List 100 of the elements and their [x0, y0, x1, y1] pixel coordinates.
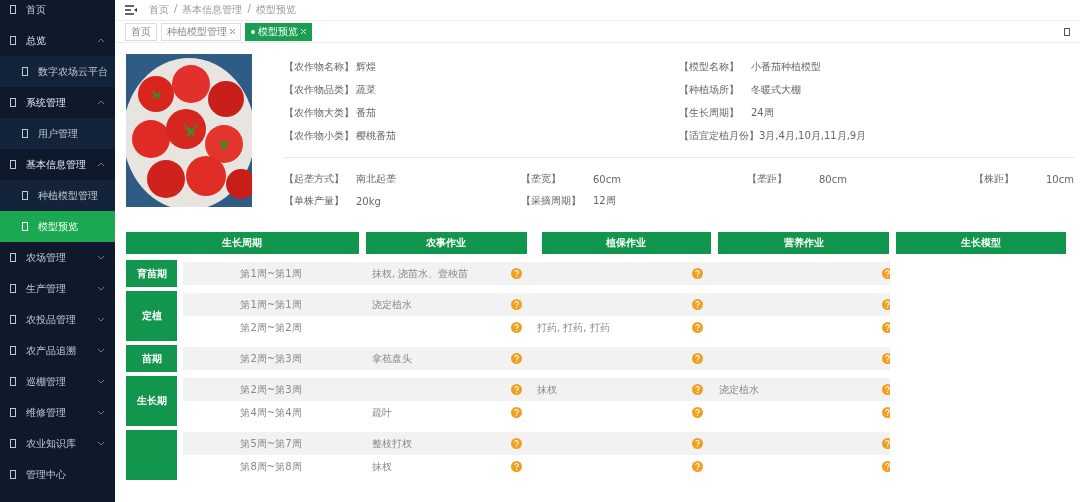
page-icon — [10, 253, 16, 262]
field-label: 【农作物大类】 — [284, 105, 355, 120]
help-icon[interactable] — [511, 299, 522, 310]
column-header: 生长周期 — [126, 232, 359, 254]
field-value: 番茄 — [356, 105, 376, 120]
field-label: 【种植场所】 — [679, 82, 740, 97]
field-value: 12周 — [593, 194, 616, 208]
field-label: 【株距】 — [974, 172, 1015, 186]
table-cell: 第5周~第7周 — [240, 436, 302, 451]
field-value: 南北起垄 — [356, 172, 396, 186]
column-header: 植保作业 — [541, 232, 712, 254]
field-value: 60cm — [593, 173, 621, 185]
help-icon[interactable] — [692, 268, 703, 279]
table-cell: 浇定植水 — [372, 297, 412, 312]
column-header: 农事作业 — [365, 232, 527, 254]
field-value: 10cm — [1046, 173, 1074, 185]
sidebar-item[interactable]: 农产品追溯 — [0, 335, 115, 366]
chevron-icon — [97, 38, 105, 43]
page-icon — [10, 98, 16, 107]
table-cell: 抹杈 — [537, 382, 557, 397]
chevron-icon — [97, 162, 105, 167]
breadcrumb-separator: / — [247, 3, 251, 16]
sidebar-subitem[interactable]: 用户管理 — [0, 118, 115, 149]
table-cell: 疏叶 — [372, 405, 392, 420]
chevron-icon — [97, 348, 105, 353]
field-value: 小番茄种植模型 — [751, 59, 821, 74]
sidebar-item[interactable]: 总览 — [0, 25, 115, 56]
table-cell: 抹杈 — [372, 459, 392, 474]
sidebar-item[interactable]: 系统管理 — [0, 87, 115, 118]
field-label: 【垄宽】 — [521, 172, 562, 186]
help-icon[interactable] — [692, 407, 703, 418]
help-icon[interactable] — [511, 461, 522, 472]
column-header: 生长模型 — [896, 232, 1066, 254]
help-icon[interactable] — [511, 322, 522, 333]
menu-icon[interactable] — [125, 5, 137, 15]
help-icon[interactable] — [511, 353, 522, 364]
sidebar-subitem[interactable]: 种植模型管理 — [0, 180, 115, 211]
help-icon[interactable] — [882, 461, 890, 472]
close-icon[interactable] — [230, 29, 235, 34]
stage-label — [126, 430, 177, 480]
table-cell: 第4周~第4周 — [240, 405, 302, 420]
page-icon — [22, 129, 28, 138]
sidebar-item[interactable]: 首页 — [0, 0, 115, 25]
field-value: 蔬菜 — [356, 82, 376, 97]
help-icon[interactable] — [692, 299, 703, 310]
page-icon — [10, 160, 16, 169]
help-icon[interactable] — [882, 353, 890, 364]
field-value: 冬暖式大棚 — [751, 82, 801, 97]
help-icon[interactable] — [882, 407, 890, 418]
chevron-icon — [97, 317, 105, 322]
help-icon[interactable] — [692, 322, 703, 333]
tab[interactable]: 种植模型管理 — [161, 22, 241, 41]
sidebar-item[interactable]: 农投品管理 — [0, 304, 115, 335]
table-cell: 打药, 打药, 打药 — [537, 320, 610, 335]
field-label: 【适宜定植月份】 — [679, 128, 759, 143]
help-icon[interactable] — [511, 384, 522, 395]
field-label: 【农作物品类】 — [284, 82, 355, 97]
field-label: 【农作物小类】 — [284, 128, 355, 143]
help-icon[interactable] — [882, 268, 890, 279]
page-icon — [22, 191, 28, 200]
help-icon[interactable] — [882, 322, 890, 333]
sidebar-item[interactable]: 农场管理 — [0, 242, 115, 273]
help-icon[interactable] — [692, 438, 703, 449]
help-icon[interactable] — [882, 384, 890, 395]
breadcrumb-separator: / — [174, 3, 178, 16]
page-icon — [22, 222, 28, 231]
tab[interactable]: 首页 — [125, 22, 157, 41]
help-icon[interactable] — [692, 353, 703, 364]
help-icon[interactable] — [692, 384, 703, 395]
field-value: 3月,4月,10月,11月,9月 — [759, 128, 867, 143]
help-icon[interactable] — [882, 299, 890, 310]
page-icon — [10, 408, 16, 417]
table-cell: 第2周~第2周 — [240, 320, 302, 335]
table-cell: 第2周~第3周 — [240, 351, 302, 366]
sidebar-item[interactable]: 巡棚管理 — [0, 366, 115, 397]
stage-label: 苗期 — [126, 345, 177, 372]
sidebar-item[interactable]: 基本信息管理 — [0, 149, 115, 180]
help-icon[interactable] — [511, 438, 522, 449]
active-dot-icon — [251, 29, 255, 34]
sidebar-item[interactable]: 维修管理 — [0, 397, 115, 428]
sidebar-subitem[interactable]: 数字农场云平台 — [0, 56, 115, 87]
page-icon — [10, 5, 16, 14]
chevron-icon — [97, 441, 105, 446]
sidebar-item[interactable]: 农业知识库 — [0, 428, 115, 459]
sidebar-item[interactable]: 管理中心 — [0, 459, 115, 490]
field-value: 80cm — [819, 173, 847, 185]
help-icon[interactable] — [692, 461, 703, 472]
sidebar-item[interactable]: 生产管理 — [0, 273, 115, 304]
help-icon[interactable] — [511, 407, 522, 418]
field-label: 【模型名称】 — [679, 59, 740, 74]
help-icon[interactable] — [882, 438, 890, 449]
field-value: 20kg — [356, 195, 381, 207]
page-icon — [10, 470, 16, 479]
field-value: 辉煌 — [356, 59, 376, 74]
table-cell: 拿苞盘头 — [372, 351, 412, 366]
page-icon — [10, 439, 16, 448]
expand-icon[interactable] — [1064, 27, 1070, 36]
table-cell: 第1周~第1周 — [240, 266, 302, 281]
stage-label: 育苗期 — [126, 260, 177, 287]
help-icon[interactable] — [511, 268, 522, 279]
